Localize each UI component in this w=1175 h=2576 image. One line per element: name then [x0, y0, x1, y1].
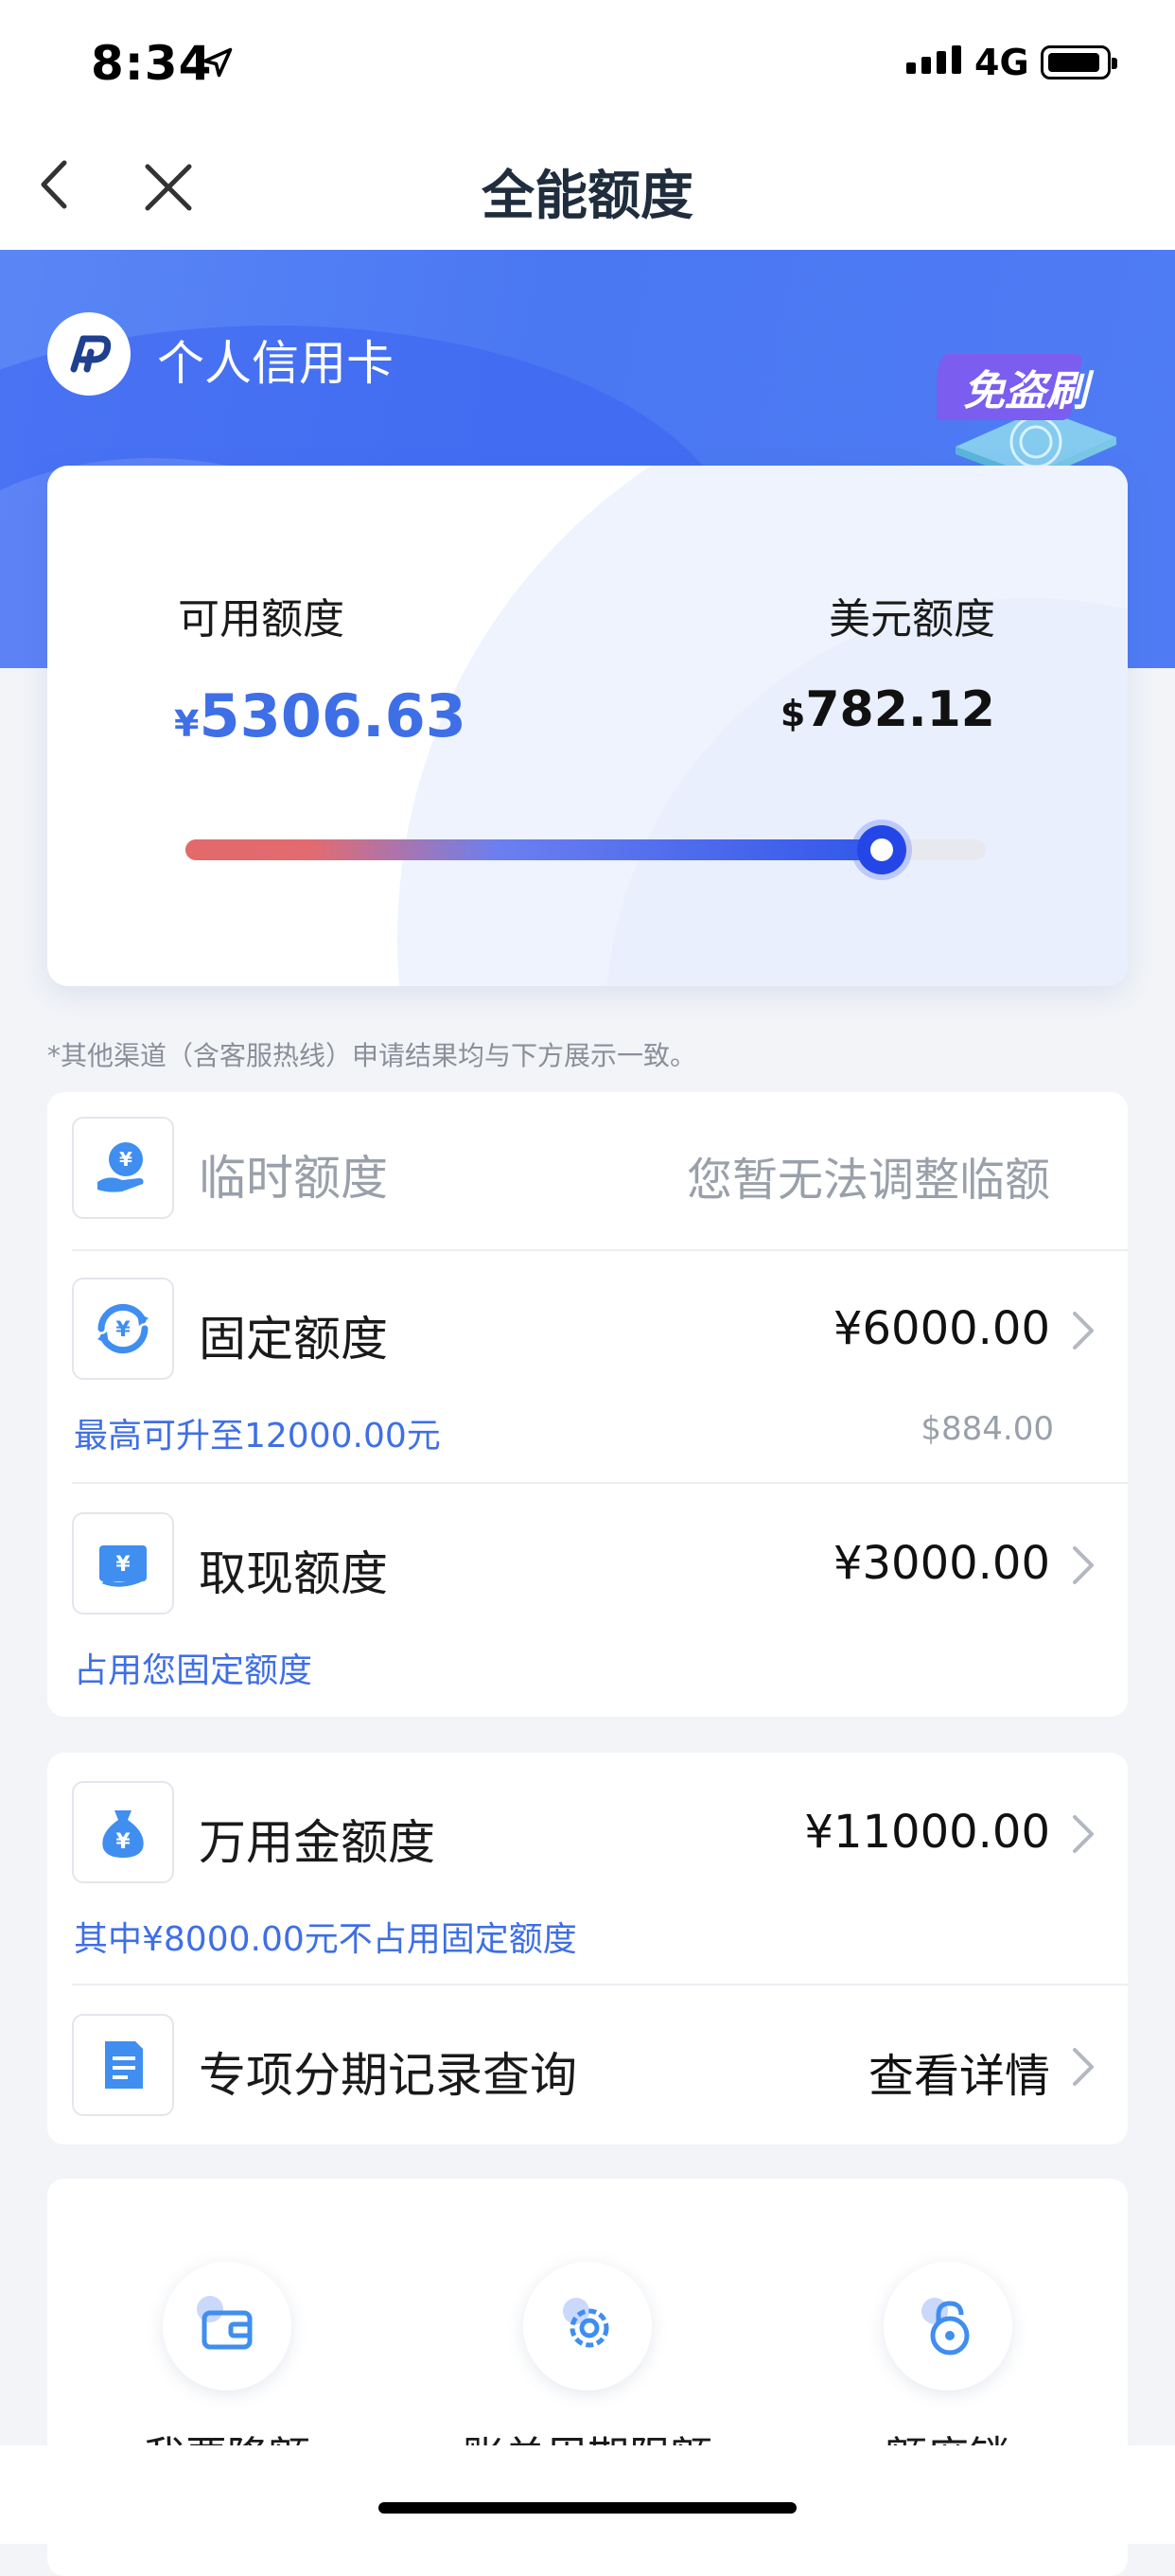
signal-icon — [906, 45, 961, 74]
quick-action-billing-cycle-limit[interactable] — [523, 2262, 652, 2391]
temp-limit-status: 您暂无法调整临额 — [686, 1154, 1050, 1207]
bank-logo-icon — [47, 312, 131, 396]
battery-icon — [1041, 45, 1117, 79]
available-amount: 5306.63 — [199, 681, 466, 750]
installment-view-details[interactable]: 查看详情 — [868, 2038, 1050, 2105]
quick-action-limit-lock[interactable] — [884, 2262, 1012, 2391]
lock-icon — [921, 2298, 970, 2355]
page-title: 全能额度 — [482, 166, 693, 227]
gear-icon — [563, 2298, 609, 2348]
cash-limit-note: 占用您固定额度 — [74, 1651, 313, 1690]
fixed-limit-title: 固定额度 — [199, 1312, 388, 1367]
svg-text:¥: ¥ — [115, 1318, 131, 1342]
limit-slider-fill — [185, 839, 883, 860]
universal-limit-title: 万用金额度 — [199, 1815, 435, 1870]
universal-limit-value: ¥11000.00 — [804, 1806, 1050, 1859]
chevron-right-icon — [1073, 2048, 1094, 2086]
network-type: 4G — [974, 42, 1029, 83]
wallet-icon — [197, 2296, 253, 2350]
available-limit-value: ¥5306.63 — [174, 681, 466, 750]
usd-limit-label: 美元额度 — [829, 595, 995, 644]
usd-amount: 782.12 — [805, 681, 995, 738]
fixed-limit-usd: $884.00 — [921, 1410, 1054, 1448]
fixed-limit-icon: ¥ — [72, 1278, 174, 1380]
notice-text: *其他渠道（含客服热线）申请结果均与下方展示一致。 — [47, 1040, 697, 1071]
svg-text:¥: ¥ — [115, 1830, 131, 1854]
chevron-right-icon — [1073, 1815, 1094, 1853]
cash-limit-value: ¥3000.00 — [833, 1537, 1050, 1590]
badge-text: 免盗刷 — [963, 367, 1095, 415]
available-limit-label: 可用额度 — [178, 595, 344, 644]
home-indicator[interactable] — [378, 2502, 797, 2514]
temp-limit-icon: ¥ — [72, 1117, 174, 1219]
installment-records-title: 专项分期记录查询 — [199, 2048, 577, 2103]
quick-action-reduce-limit[interactable] — [163, 2262, 291, 2391]
universal-limit-note: 其中¥8000.00元不占用固定额度 — [74, 1920, 577, 1959]
usd-limit-value: $782.12 — [780, 681, 995, 738]
fixed-limit-value: ¥6000.00 — [833, 1302, 1050, 1355]
chevron-right-icon — [1073, 1546, 1094, 1584]
fixed-limit-max-note: 最高可升至12000.00元 — [74, 1417, 441, 1456]
home-indicator-area — [0, 2445, 1175, 2544]
card-type-label: 个人信用卡 — [157, 336, 394, 391]
svg-text:¥: ¥ — [119, 1148, 132, 1171]
money-bag-icon: ¥ — [72, 1781, 174, 1883]
limit-slider-handle[interactable] — [857, 825, 907, 874]
location-arrow-icon — [202, 47, 233, 78]
svg-text:¥: ¥ — [115, 1553, 131, 1577]
cash-limit-icon: ¥ — [72, 1512, 174, 1614]
chevron-right-icon — [1073, 1312, 1094, 1350]
usd-currency: $ — [780, 693, 806, 734]
document-icon — [72, 2014, 174, 2116]
cash-limit-title: 取现额度 — [199, 1546, 388, 1601]
status-time: 8:34 — [91, 36, 213, 91]
available-currency: ¥ — [174, 703, 200, 745]
temp-limit-title: 临时额度 — [199, 1151, 388, 1206]
